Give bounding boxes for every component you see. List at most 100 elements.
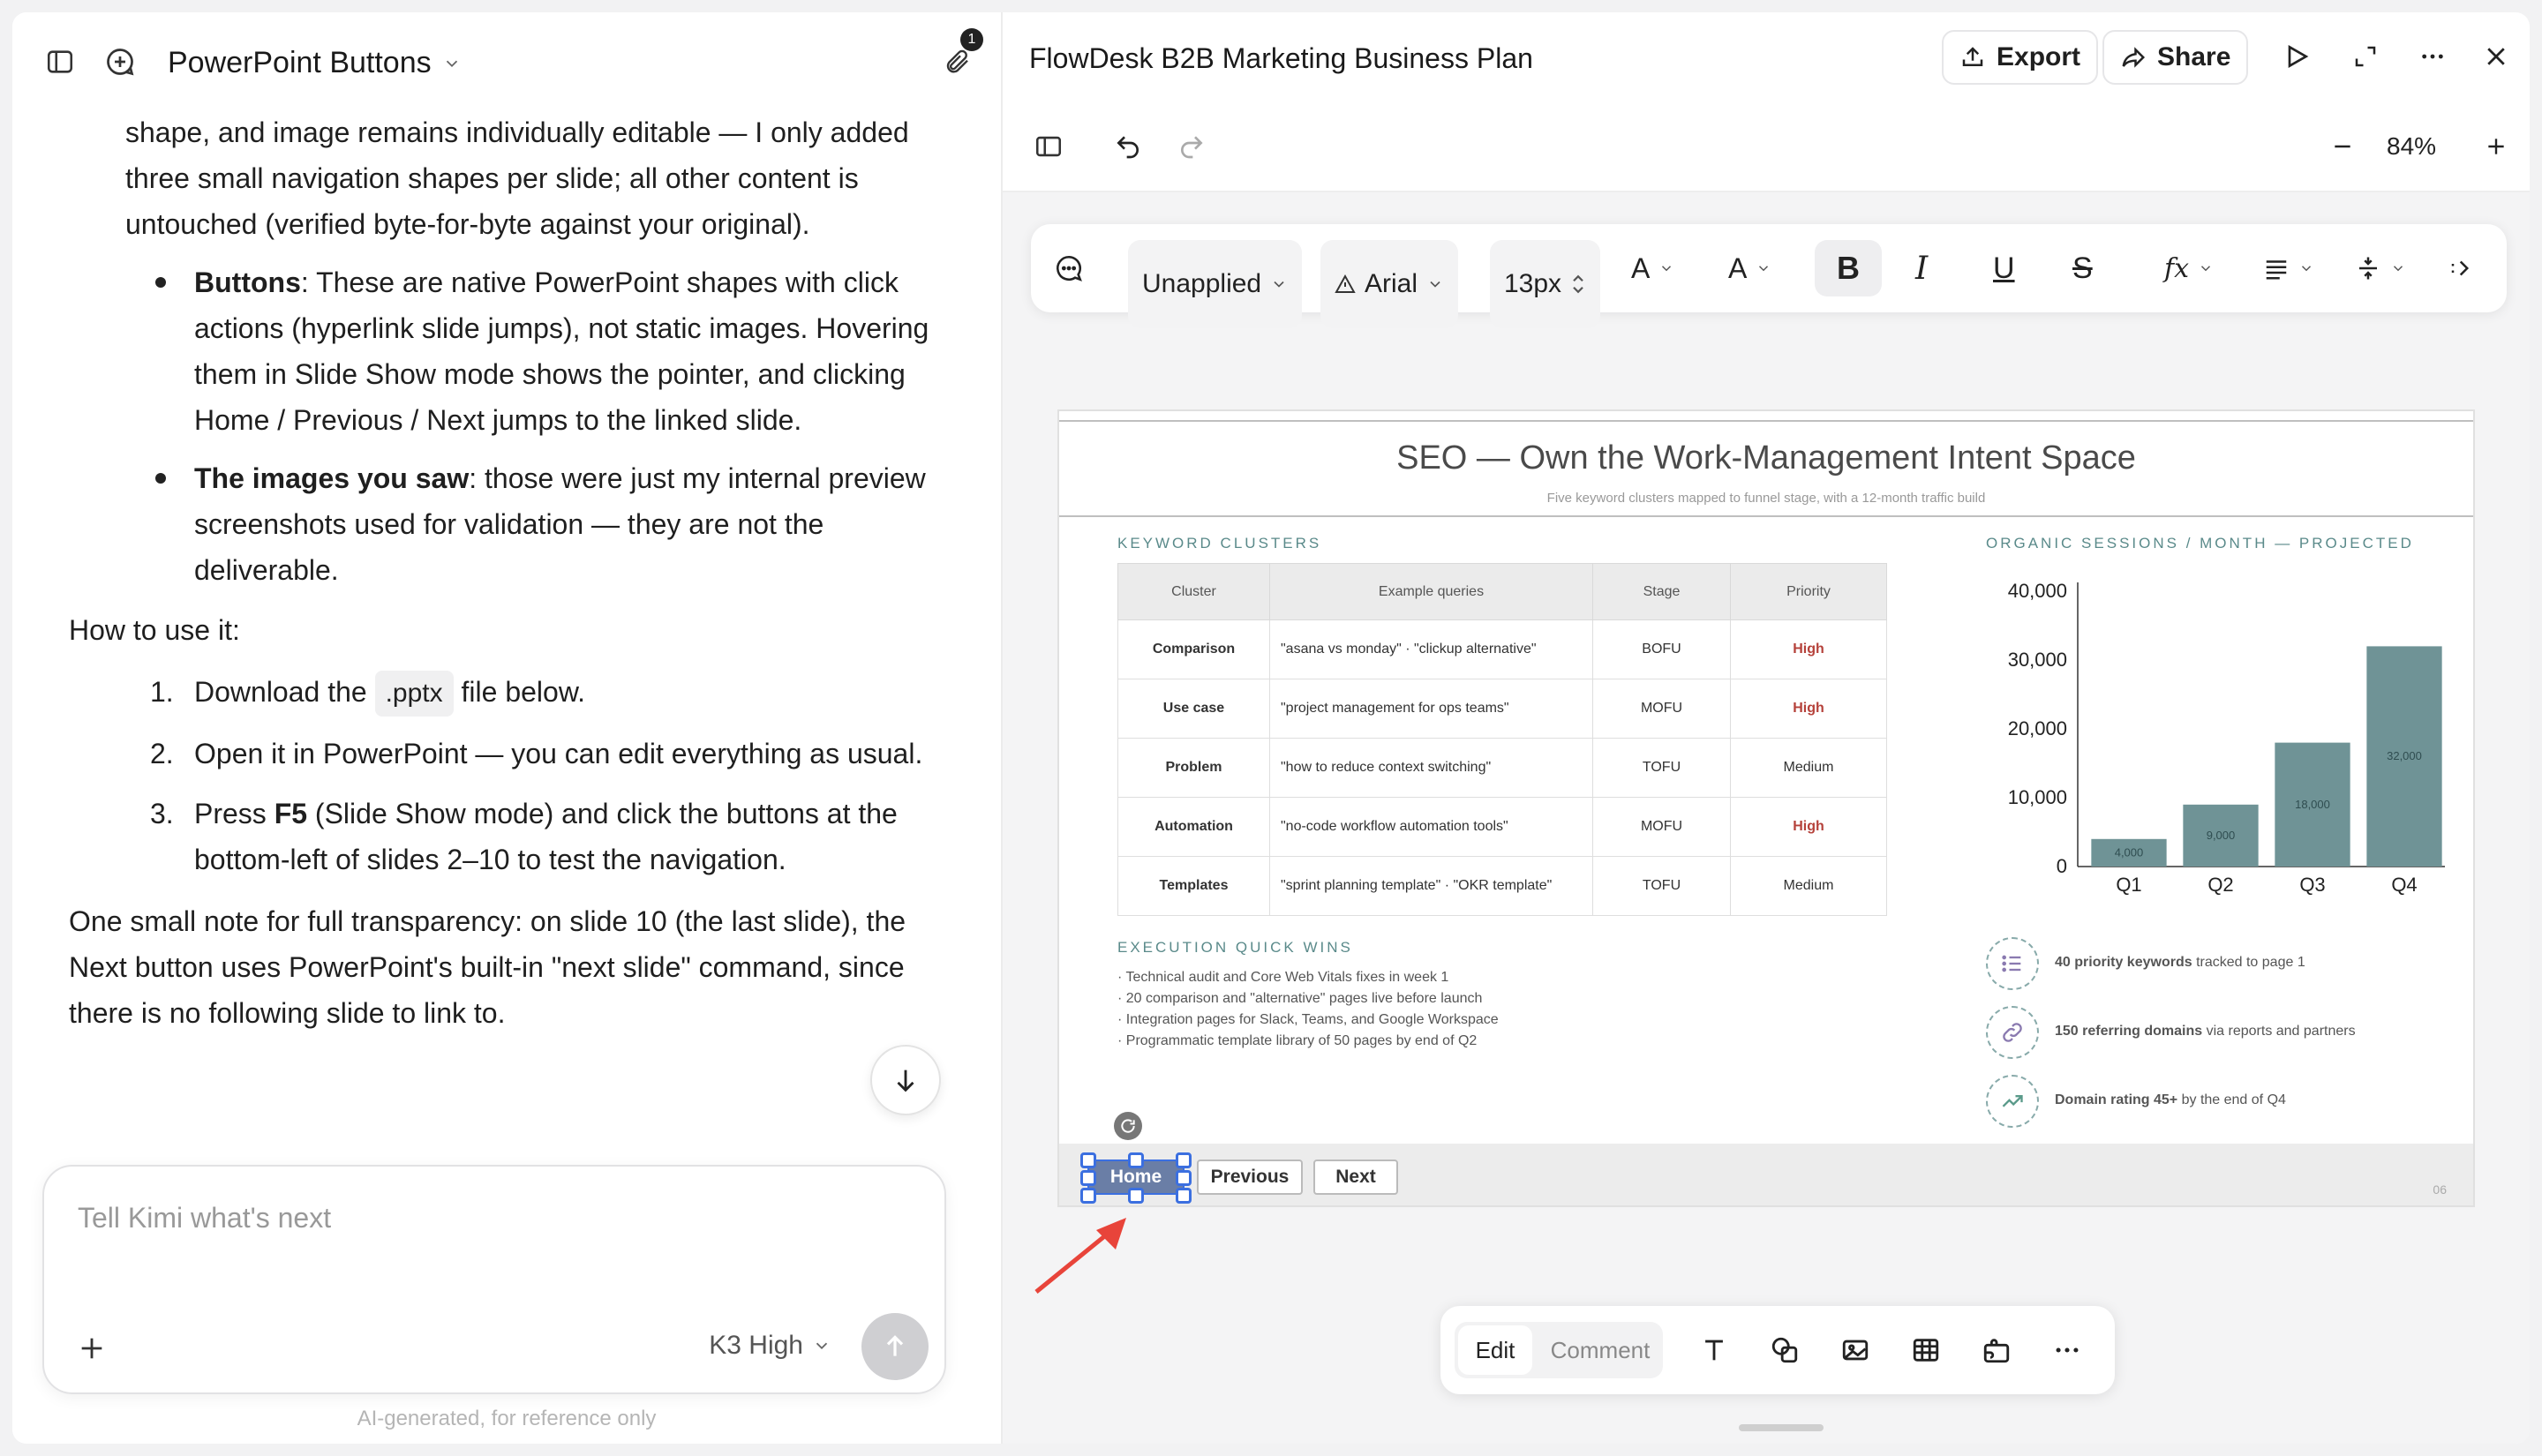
expand-icon[interactable] bbox=[2348, 39, 2383, 74]
cluster-cell: Templates bbox=[1117, 856, 1270, 916]
chevron-down-icon bbox=[1662, 266, 1672, 272]
edit-mode-tab[interactable]: Edit bbox=[1458, 1325, 1532, 1375]
y-tick-label: 0 bbox=[2057, 855, 2067, 877]
more-tools-icon[interactable] bbox=[2046, 1329, 2088, 1371]
y-tick-label: 30,000 bbox=[2008, 649, 2067, 671]
app-window: PowerPoint Buttons 1 shape, and image re… bbox=[12, 12, 2530, 1444]
list-item: · Programmatic template library of 50 pa… bbox=[1117, 1033, 1478, 1048]
resize-handle[interactable] bbox=[1176, 1188, 1192, 1204]
metric-item: 40 priority keywords tracked to page 1 bbox=[1986, 937, 2445, 994]
stage-cell: BOFU bbox=[1592, 619, 1731, 679]
resize-handle[interactable] bbox=[1128, 1152, 1144, 1168]
metric-text: 40 priority keywords tracked to page 1 bbox=[2055, 955, 2305, 971]
resize-handle[interactable] bbox=[1080, 1188, 1096, 1204]
y-tick-label: 40,000 bbox=[2008, 580, 2067, 602]
column-header: Stage bbox=[1592, 563, 1731, 620]
new-chat-icon[interactable] bbox=[102, 44, 138, 79]
scroll-down-button[interactable] bbox=[870, 1045, 941, 1115]
rotate-handle-icon[interactable] bbox=[1114, 1112, 1142, 1140]
slide-page-number: 06 bbox=[2433, 1182, 2447, 1197]
chevron-down-icon bbox=[2201, 266, 2211, 272]
resize-grab-handle[interactable] bbox=[1739, 1424, 1824, 1431]
list-item: · Integration pages for Slack, Teams, an… bbox=[1117, 1012, 1499, 1027]
strikethrough-icon[interactable]: S bbox=[2072, 224, 2093, 312]
trending-up-icon bbox=[1986, 1075, 2039, 1128]
chevron-down-icon bbox=[1759, 266, 1769, 272]
font-size-select[interactable]: 13px bbox=[1490, 240, 1601, 328]
y-tick-label: 10,000 bbox=[2008, 786, 2067, 808]
arrow-down-icon bbox=[897, 1069, 914, 1092]
slide-canvas[interactable]: SEO — Own the Work-Management Intent Spa… bbox=[1057, 409, 2475, 1207]
plugin-tool-icon[interactable] bbox=[1975, 1329, 2018, 1371]
bar-data-label: 32,000 bbox=[2387, 749, 2422, 762]
metric-item: Domain rating 45+ by the end of Q4 bbox=[1986, 1075, 2445, 1131]
zoom-in-icon[interactable] bbox=[2478, 129, 2514, 164]
toolbar-more-chevron-icon[interactable] bbox=[2448, 224, 2475, 312]
style-select[interactable]: Unapplied bbox=[1128, 240, 1303, 328]
comment-mode-tab[interactable]: Comment bbox=[1543, 1325, 1658, 1375]
resize-handle[interactable] bbox=[1080, 1170, 1096, 1186]
underline-icon[interactable]: U bbox=[1993, 224, 2015, 312]
close-icon[interactable] bbox=[2478, 39, 2514, 74]
keyword-table[interactable]: Cluster Example queries Stage Priority C… bbox=[1117, 563, 1887, 916]
slide-title: SEO — Own the Work-Management Intent Spa… bbox=[1396, 439, 2136, 477]
step-number: 1. bbox=[150, 676, 174, 708]
highlight-color-icon[interactable]: A bbox=[1728, 224, 1771, 312]
attachment-count-badge: 1 bbox=[960, 28, 983, 51]
resize-handle[interactable] bbox=[1080, 1152, 1096, 1168]
query-cell: "project management for ops teams" bbox=[1269, 679, 1593, 739]
chat-title[interactable]: PowerPoint Buttons bbox=[168, 46, 462, 80]
chat-input-box[interactable]: Tell Kimi what's next K3 High bbox=[42, 1165, 946, 1394]
image-tool-icon[interactable] bbox=[1834, 1329, 1876, 1371]
model-selector[interactable]: K3 High bbox=[709, 1331, 831, 1361]
add-attachment-plus-icon[interactable] bbox=[74, 1331, 109, 1366]
table-header-row: Cluster Example queries Stage Priority bbox=[1117, 563, 1887, 620]
export-button[interactable]: Export bbox=[1942, 30, 2099, 85]
font-select-value: Arial bbox=[1365, 269, 1418, 298]
quick-wins-heading: EXECUTION QUICK WINS bbox=[1117, 939, 1353, 956]
step-item: 1. Download the .pptx file below. bbox=[125, 669, 955, 717]
bold-icon[interactable]: B bbox=[1815, 240, 1882, 296]
text-tool-icon[interactable] bbox=[1693, 1329, 1735, 1371]
slide-subtitle: Five keyword clusters mapped to funnel s… bbox=[1546, 491, 1986, 506]
shapes-tool-icon[interactable] bbox=[1764, 1329, 1806, 1371]
comment-bubble-icon[interactable] bbox=[1054, 224, 1084, 312]
undo-icon[interactable] bbox=[1110, 129, 1146, 164]
vertical-align-icon[interactable] bbox=[2355, 224, 2406, 312]
previous-nav-button[interactable]: Previous bbox=[1197, 1160, 1303, 1195]
chevron-down-icon bbox=[1430, 281, 1440, 288]
zoom-out-icon[interactable] bbox=[2325, 129, 2360, 164]
redo-icon[interactable] bbox=[1174, 129, 1209, 164]
list-item: · 20 comparison and "alternative" pages … bbox=[1117, 991, 1483, 1006]
list-check-icon bbox=[1986, 937, 2039, 990]
priority-cell: High bbox=[1730, 679, 1887, 739]
bullet-bold: Buttons bbox=[194, 266, 301, 298]
chat-panel: PowerPoint Buttons 1 shape, and image re… bbox=[12, 12, 1001, 1444]
align-icon[interactable] bbox=[2263, 224, 2314, 312]
font-color-icon[interactable]: A bbox=[1631, 224, 1674, 312]
arrow-up-icon bbox=[886, 1335, 904, 1356]
resize-handle[interactable] bbox=[1176, 1152, 1192, 1168]
x-tick-label: Q3 bbox=[2299, 874, 2325, 896]
stage-cell: MOFU bbox=[1592, 797, 1731, 857]
table-tool-icon[interactable] bbox=[1905, 1329, 1947, 1371]
clear-format-icon[interactable]: fx bbox=[2164, 224, 2214, 312]
metric-text: 150 referring domains via reports and pa… bbox=[2055, 1024, 2356, 1039]
italic-icon[interactable]: I bbox=[1915, 224, 1928, 312]
sidebar-toggle-icon[interactable] bbox=[42, 44, 78, 79]
font-select[interactable]: Arial bbox=[1320, 240, 1459, 328]
resize-handle[interactable] bbox=[1176, 1170, 1192, 1186]
priority-cell: Medium bbox=[1730, 738, 1887, 798]
chat-input-placeholder[interactable]: Tell Kimi what's next bbox=[78, 1202, 331, 1235]
more-options-icon[interactable] bbox=[2415, 39, 2450, 74]
x-tick-label: Q1 bbox=[2116, 874, 2141, 896]
play-icon[interactable] bbox=[2279, 39, 2314, 74]
step-text: Press bbox=[194, 798, 267, 829]
panel-toggle-icon[interactable] bbox=[1031, 129, 1066, 164]
resize-handle[interactable] bbox=[1128, 1188, 1144, 1204]
send-button[interactable] bbox=[861, 1313, 929, 1380]
slide-title-box[interactable]: SEO — Own the Work-Management Intent Spa… bbox=[1059, 420, 2473, 517]
chevron-down-icon bbox=[2393, 266, 2403, 272]
share-button[interactable]: Share bbox=[2102, 30, 2249, 85]
next-nav-button[interactable]: Next bbox=[1313, 1160, 1398, 1195]
